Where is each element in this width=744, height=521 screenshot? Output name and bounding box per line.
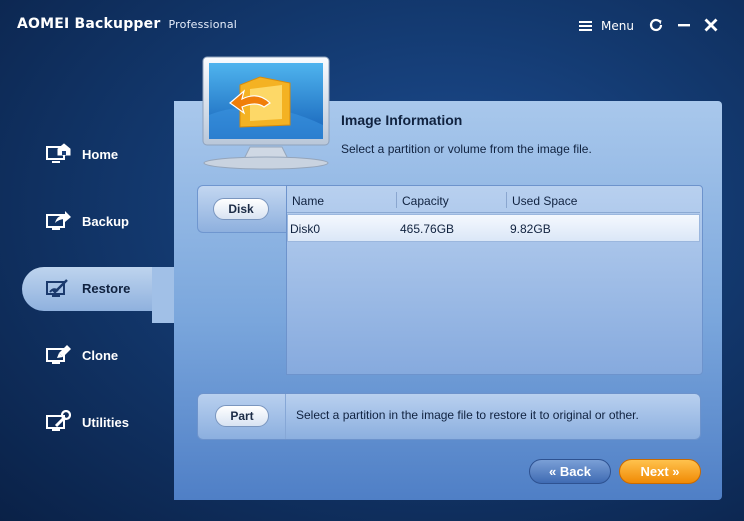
menu-button[interactable]: Menu [579,17,634,35]
column-header-capacity[interactable]: Capacity [402,194,449,208]
panel-connector [152,267,174,323]
home-icon [46,143,71,163]
refresh-icon [649,18,663,32]
table-row[interactable] [287,214,700,242]
restore-monitor-icon [202,56,330,170]
app-window: AOMEI Backupper Professional Menu Home B… [0,0,744,521]
sidebar-item-backup[interactable]: Backup [22,200,174,244]
back-label: Back [559,464,591,479]
sidebar-item-label: Utilities [82,415,129,430]
app-name: AOMEI Backupper [17,16,161,32]
sidebar-item-label: Backup [82,214,129,229]
column-separator [396,192,397,208]
column-header-name[interactable]: Name [292,194,324,208]
utilities-icon [46,410,71,431]
page-subtitle: Select a partition or volume from the im… [341,142,592,156]
backup-icon [46,211,71,230]
part-divider [285,394,286,439]
row-capacity: 465.76GB [400,222,455,236]
app-title: AOMEI Backupper Professional [17,16,237,32]
column-separator [506,192,507,208]
sidebar-item-home[interactable]: Home [22,133,174,177]
row-used-space: 9.82GB [510,222,551,236]
chevrons-left-icon: « [549,464,557,479]
hamburger-icon [579,20,592,32]
restore-icon [46,279,68,297]
close-button[interactable] [702,16,720,34]
back-button[interactable]: « Back [529,459,611,484]
sidebar-item-label: Home [82,147,119,162]
sidebar-item-utilities[interactable]: Utilities [22,401,174,445]
next-button[interactable]: Next » [619,459,701,484]
menu-label: Menu [601,19,634,33]
header-divider [287,212,700,213]
page-title: Image Information [341,112,463,128]
disk-button[interactable]: Disk [213,198,269,220]
sidebar-item-label: Clone [82,348,119,363]
minimize-icon [678,24,690,27]
clone-icon [46,345,71,364]
minimize-button[interactable] [675,16,693,34]
column-header-used-space[interactable]: Used Space [512,194,577,208]
part-description: Select a partition in the image file to … [296,408,639,422]
part-button[interactable]: Part [215,405,269,427]
app-edition: Professional [168,18,238,31]
sidebar-item-label: Restore [82,281,131,296]
close-icon [704,18,718,32]
refresh-button[interactable] [647,16,665,34]
sidebar-item-clone[interactable]: Clone [22,334,174,378]
title-bar: AOMEI Backupper Professional Menu [0,0,744,50]
row-name: Disk0 [290,222,321,236]
next-label: Next [640,464,669,479]
chevrons-right-icon: » [672,464,680,479]
